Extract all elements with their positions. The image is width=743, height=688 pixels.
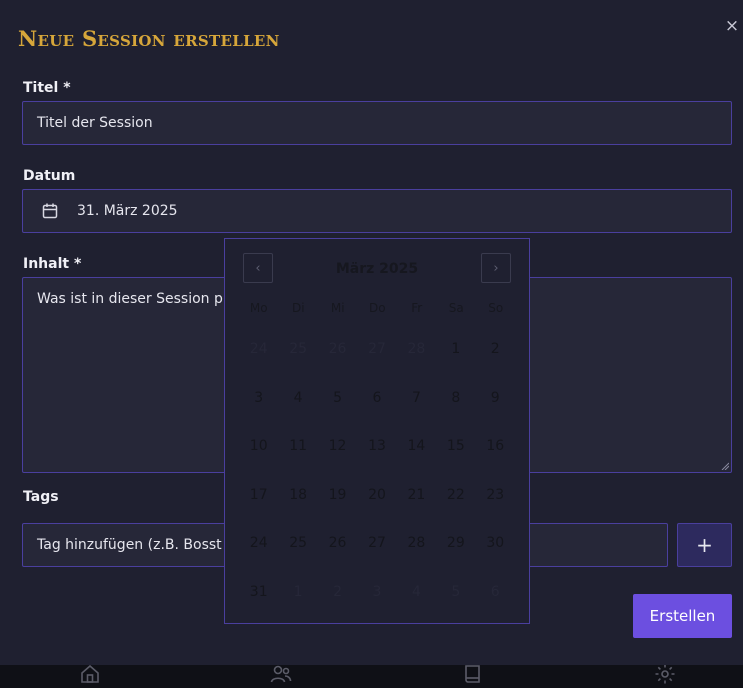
tags-label: Tags [23, 489, 59, 505]
datepicker-day[interactable]: 23 [476, 475, 515, 515]
datepicker-day[interactable]: 11 [278, 426, 317, 466]
next-month-button[interactable]: › [481, 253, 511, 283]
datepicker-day[interactable]: 13 [357, 426, 396, 466]
calendar-icon [41, 202, 59, 220]
create-session-modal: Neue Session erstellen × Titel * Titel d… [0, 0, 743, 665]
datepicker-week-row: 3456789 [239, 378, 515, 427]
modal-title: Neue Session erstellen [18, 26, 280, 51]
datepicker-day[interactable]: 27 [357, 523, 396, 563]
datepicker-day[interactable]: 4 [278, 378, 317, 418]
datepicker-day[interactable]: 30 [476, 523, 515, 563]
datepicker-day[interactable]: 7 [397, 378, 436, 418]
datepicker-day-outside-month[interactable]: 5 [436, 572, 475, 612]
datepicker-day[interactable]: 21 [397, 475, 436, 515]
weekday-label: So [488, 301, 504, 315]
create-button[interactable]: Erstellen [633, 594, 732, 638]
datepicker-day[interactable]: 10 [239, 426, 278, 466]
date-label: Datum [23, 168, 76, 184]
title-input[interactable]: Titel der Session [22, 101, 732, 145]
datepicker-day[interactable]: 18 [278, 475, 317, 515]
users-icon[interactable] [269, 665, 293, 686]
weekday-label: Sa [448, 301, 464, 315]
prev-month-button[interactable]: ‹ [243, 253, 273, 283]
datepicker-day-grid: 24 25 26 27 28 1 2 3 4 5 6 7 8 9 10 11 12 13 14 15 16 17 18 19 2… [239, 329, 515, 620]
datepicker-day[interactable]: 6 [357, 378, 396, 418]
date-value: 31. März 2025 [77, 203, 178, 219]
datepicker-day-outside-month[interactable]: 1 [278, 572, 317, 612]
datepicker-day[interactable]: 31 [239, 572, 278, 612]
datepicker-week-row: 10 11 12 13 14 15 16 [239, 426, 515, 475]
weekday-label: Mo [249, 301, 268, 315]
datepicker-day-outside-month[interactable]: 3 [357, 572, 396, 612]
datepicker-popup: ‹ März 2025 › Mo Di Mi Do Fr Sa So 24 25 2… [224, 238, 530, 624]
datepicker-day[interactable]: 2 [476, 329, 515, 369]
datepicker-month-label: März 2025 [335, 261, 419, 277]
bottom-navigation [0, 665, 743, 688]
datepicker-day[interactable]: 8 [436, 378, 475, 418]
weekday-label: Mi [330, 301, 345, 315]
close-button[interactable]: × [722, 16, 742, 36]
chevron-left-icon: ‹ [255, 260, 261, 276]
datepicker-week-row: 24 25 26 27 28 1 2 [239, 329, 515, 378]
datepicker-day[interactable]: 25 [278, 523, 317, 563]
title-label: Titel * [23, 80, 71, 96]
plus-icon: + [696, 533, 713, 557]
add-tag-button[interactable]: + [677, 523, 732, 567]
datepicker-day[interactable]: 17 [239, 475, 278, 515]
datepicker-day[interactable]: 14 [397, 426, 436, 466]
datepicker-day[interactable]: 3 [239, 378, 278, 418]
content-label: Inhalt * [23, 256, 82, 272]
datepicker-week-row: 24 25 26 27 28 29 30 [239, 523, 515, 572]
datepicker-day-outside-month[interactable]: 27 [357, 329, 396, 369]
weekday-label: Do [368, 301, 386, 315]
title-input-placeholder: Titel der Session [37, 115, 153, 131]
datepicker-day[interactable]: 22 [436, 475, 475, 515]
resize-handle-icon[interactable] [721, 462, 729, 470]
datepicker-day[interactable]: 24 [239, 523, 278, 563]
content-placeholder: Was ist in dieser Session p [37, 291, 223, 307]
datepicker-day-outside-month[interactable]: 24 [239, 329, 278, 369]
datepicker-day[interactable]: 12 [318, 426, 357, 466]
book-icon[interactable] [461, 665, 485, 686]
datepicker-day-outside-month[interactable]: 4 [397, 572, 436, 612]
datepicker-day-outside-month[interactable]: 28 [397, 329, 436, 369]
tag-input-placeholder: Tag hinzufügen (z.B. Bosst [37, 537, 222, 553]
datepicker-week-row: 17 18 19 20 21 22 23 [239, 475, 515, 524]
datepicker-day[interactable]: 19 [318, 475, 357, 515]
weekday-label: Fr [411, 301, 423, 315]
datepicker-day[interactable]: 20 [357, 475, 396, 515]
datepicker-day-outside-month[interactable]: 2 [318, 572, 357, 612]
datepicker-day[interactable]: 5 [318, 378, 357, 418]
datepicker-day-outside-month[interactable]: 26 [318, 329, 357, 369]
weekday-header: Mo Di Mi Do Fr Sa So [239, 301, 516, 315]
weekday-label: Di [291, 301, 305, 315]
chevron-right-icon: › [493, 260, 499, 276]
datepicker-day[interactable]: 9 [476, 378, 515, 418]
datepicker-day-outside-month[interactable]: 6 [476, 572, 515, 612]
datepicker-day[interactable]: 28 [397, 523, 436, 563]
datepicker-day[interactable]: 16 [476, 426, 515, 466]
datepicker-week-row: 31 1 2 3 4 5 6 [239, 572, 515, 621]
home-icon[interactable] [78, 665, 102, 686]
date-input[interactable]: 31. März 2025 [22, 189, 732, 233]
datepicker-day-outside-month[interactable]: 25 [278, 329, 317, 369]
datepicker-day[interactable]: 1 [436, 329, 475, 369]
datepicker-day[interactable]: 26 [318, 523, 357, 563]
datepicker-day[interactable]: 15 [436, 426, 475, 466]
settings-icon[interactable] [653, 665, 677, 686]
datepicker-day[interactable]: 29 [436, 523, 475, 563]
